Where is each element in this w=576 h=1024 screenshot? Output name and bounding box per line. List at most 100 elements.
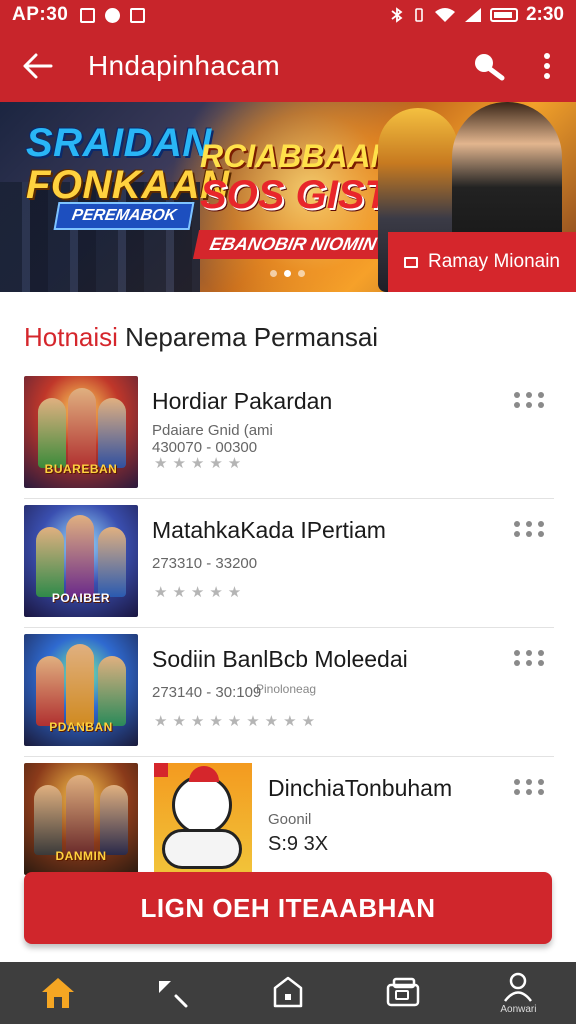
item-menu-button[interactable]	[514, 779, 548, 799]
character-art	[34, 785, 62, 855]
library-icon	[386, 977, 420, 1007]
app-bar: Hndapinhacam	[0, 30, 576, 102]
dot	[538, 531, 544, 537]
game-meta-line: Goonil	[268, 811, 312, 828]
nav-library[interactable]	[346, 962, 461, 1024]
overflow-menu-button[interactable]	[518, 30, 576, 102]
banner-headline-line: SOS GISTI	[200, 172, 401, 217]
carousel-dot[interactable]	[270, 270, 277, 277]
home-icon	[41, 978, 74, 1008]
status-clock: 2:30	[525, 4, 564, 25]
banner-headline-line: RCIABBAAN	[200, 138, 394, 174]
item-menu-button[interactable]	[514, 521, 548, 541]
game-meta-line: 273310 - 33200	[152, 555, 258, 572]
dot	[526, 789, 532, 795]
thumbnail-logo: DANMIN	[55, 849, 107, 863]
shield-icon	[273, 976, 303, 1008]
game-genre-tag: Pinoloneag	[256, 682, 317, 696]
more-vert-icon	[544, 53, 550, 79]
rating-stars: ★★★★★	[154, 584, 247, 601]
dot	[526, 521, 532, 527]
character-art	[38, 398, 66, 468]
section-title-accent: Hotnaisi	[24, 322, 118, 352]
list-item[interactable]: DANMIN DinchiaTonbuham Goonil S:9 3X	[24, 757, 554, 886]
dot	[538, 521, 544, 527]
nav-home[interactable]	[0, 962, 115, 1024]
game-title: DinchiaTonbuham	[268, 775, 453, 801]
bottom-navigation: Aonwari	[0, 962, 576, 1024]
app-screen: AP:30 2:30 Hndapinhacam SRAIDAN FONKAAN …	[0, 0, 576, 1024]
dot	[526, 392, 532, 398]
banner-headline-center: RCIABBAAN SOS GISTI	[200, 138, 401, 217]
vibrate-icon	[415, 8, 423, 22]
item-menu-button[interactable]	[514, 392, 548, 412]
character-art	[36, 527, 64, 597]
dot	[514, 789, 520, 795]
game-title: MatahkaKada IPertiam	[152, 517, 386, 543]
dot	[514, 650, 520, 656]
dot	[526, 650, 532, 656]
system-icons: 2:30	[390, 4, 564, 26]
game-title: Hordiar Pakardan	[152, 388, 333, 414]
status-time: AP:30	[12, 4, 69, 25]
search-icon	[475, 54, 505, 81]
list-item[interactable]: POAIBER MatahkaKada IPertiam 273310 - 33…	[24, 499, 554, 628]
ticket-icon	[404, 256, 418, 268]
banner-headline-line: FONKAAN	[26, 163, 230, 207]
section-title: Hotnaisi Neparema Permansai	[24, 322, 378, 353]
game-list: BUAREBAN Hordiar Pakardan Pdaiare Gnid (…	[24, 370, 554, 886]
status-bar: AP:30 2:30	[0, 0, 576, 30]
character-art	[98, 398, 126, 468]
list-item[interactable]: BUAREBAN Hordiar Pakardan Pdaiare Gnid (…	[24, 370, 554, 499]
game-thumbnail: DANMIN	[24, 763, 138, 875]
dot	[538, 789, 544, 795]
character-art	[98, 656, 126, 726]
rating-stars: ★★★★★	[154, 455, 247, 472]
dot	[514, 531, 520, 537]
game-thumbnail: POAIBER	[24, 505, 138, 617]
back-button[interactable]	[0, 30, 76, 102]
banner-cta-button[interactable]: Ramay Mionain	[388, 232, 576, 292]
item-menu-button[interactable]	[514, 650, 548, 670]
search-button[interactable]	[460, 30, 518, 102]
battery-icon	[489, 8, 518, 22]
game-meta: Pdaiare Gnid (ami 430070 - 00300	[152, 422, 273, 457]
notification-icons	[80, 7, 146, 23]
game-thumbnail: PDANBAN	[24, 634, 138, 746]
notification-icon	[105, 7, 121, 23]
carousel-indicator[interactable]	[270, 270, 305, 277]
wifi-icon	[434, 8, 455, 22]
list-item[interactable]: PDANBAN Sodiin BanlBcb Moleedai Pinolone…	[24, 628, 554, 757]
dot	[526, 660, 532, 666]
character-art	[68, 388, 96, 468]
banner-headline-line: SRAIDAN	[26, 121, 212, 165]
dot	[538, 392, 544, 398]
thumbnail-logo: BUAREBAN	[44, 462, 118, 476]
banner-cta-label: Ramay Mionain	[428, 251, 560, 272]
dot	[526, 779, 532, 785]
nav-explore[interactable]	[115, 962, 230, 1024]
thumbnail-badge	[154, 763, 168, 777]
character-art	[66, 775, 94, 855]
signal-icon	[464, 8, 481, 22]
banner-tag-left: PEREMABOK	[53, 202, 195, 230]
game-meta: 273310 - 33200	[152, 555, 257, 572]
nav-profile[interactable]: Aonwari	[461, 962, 576, 1024]
dot	[538, 779, 544, 785]
dot	[526, 531, 532, 537]
carousel-dot-active[interactable]	[284, 270, 291, 277]
profile-icon	[504, 972, 533, 1002]
carousel-dot[interactable]	[298, 270, 305, 277]
rating-stars: ★★★★★★★★★	[154, 713, 321, 730]
character-art	[98, 527, 126, 597]
nav-store[interactable]	[230, 962, 345, 1024]
game-thumbnail-secondary	[154, 763, 252, 875]
page-title: Hndapinhacam	[88, 50, 280, 81]
dot	[514, 402, 520, 408]
primary-action-button[interactable]: LIGN OEH ITEAABHAN	[24, 872, 552, 944]
arrow-icon	[158, 981, 188, 1008]
dot	[514, 521, 520, 527]
banner-tag-center: EBANOBIR NIOMIN	[192, 230, 394, 259]
character-art	[66, 644, 94, 726]
bluetooth-icon	[391, 7, 403, 23]
